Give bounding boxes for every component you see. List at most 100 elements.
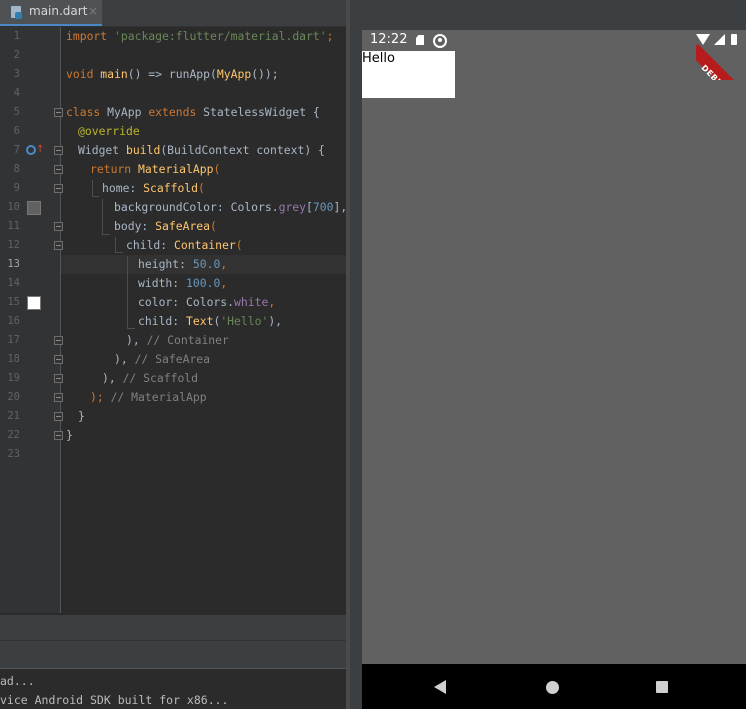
fold-marker[interactable] [54,336,63,345]
line-number: 22 [7,429,20,441]
line-number: 16 [7,315,20,327]
override-icon[interactable] [26,145,36,155]
code-line-9: home: Scaffold( [102,179,205,198]
code-text: child: [138,314,187,328]
fold-marker[interactable] [54,241,63,250]
line-number: 23 [7,448,20,460]
property: grey [278,200,307,214]
class-name: SafeArea [155,219,211,233]
keyword: void [66,67,94,81]
line-number: 19 [7,372,20,384]
punctuation: ( [213,162,221,176]
tab-main-dart[interactable]: main.dart × [0,0,102,26]
status-time: 12:22 [370,32,408,47]
code-line-6: @override [78,122,140,141]
color-swatch-white[interactable] [27,296,41,310]
code-line-8: return MaterialApp( [90,160,220,179]
back-icon[interactable] [434,680,446,694]
code-text: color: Colors. [138,295,235,309]
code-line-20: ); // MaterialApp [90,388,207,407]
keyword: import [66,29,108,43]
code-comment: // MaterialApp [103,390,207,404]
punctuation: , [268,295,276,309]
fold-marker[interactable] [54,412,63,421]
code-text: () => runApp( [127,67,217,81]
keyword: extends [148,105,197,119]
punctuation: , [220,276,228,290]
code-line-22: } [66,426,73,445]
punctuation: ( [210,219,217,233]
widget-guide [92,196,99,197]
code-line-16: child: Text('Hello'), [138,312,282,331]
code-line-7: Widget build(BuildContext context) { [78,141,325,160]
line-number: 11 [7,220,20,232]
widget-guide [102,199,103,234]
code-line-5: class MyApp extends StatelessWidget { [66,103,320,122]
class-name: MyApp [100,105,149,119]
fold-marker[interactable] [54,374,63,383]
punctuation: ( [235,238,243,252]
annotation: @override [78,124,140,138]
code-line-13: height: 50.0, [138,255,227,274]
fold-marker[interactable] [54,165,63,174]
code-text: ), [126,333,147,347]
android-nav-bar [362,664,746,709]
class-name: Scaffold [143,181,199,195]
fold-marker[interactable] [54,355,63,364]
punctuation: ; [326,29,334,43]
close-icon[interactable]: × [88,4,98,18]
code-text: ), [114,352,135,366]
code-line-18: ), // SafeArea [114,350,210,369]
line-number: 3 [13,68,20,80]
code-text: (BuildContext context) { [160,143,325,157]
code-comment: // Container [146,333,229,347]
code-text: child: [126,238,175,252]
dart-file-icon [11,6,22,19]
console-line: ad... [0,674,35,688]
ide-panel: main.dart × 1 2 3 4 5 6 7 8 9 10 11 12 13 14 15 16 17 18 1… [0,0,346,709]
color-swatch-grey[interactable] [27,201,41,215]
sd-card-icon [416,35,424,45]
line-number: 21 [7,410,20,422]
line-number: 5 [13,106,20,118]
recents-icon[interactable] [656,681,668,693]
widget-guide [127,256,128,329]
home-icon[interactable] [546,681,559,694]
number-literal: 50.0 [192,257,221,271]
line-number: 9 [13,182,20,194]
debug-ribbon: DEBUG [696,44,746,80]
class-name: MyApp [216,67,252,81]
app-scaffold: Hello [362,51,746,664]
fold-marker[interactable] [54,108,63,117]
class-name: Text [186,314,214,328]
number-literal: 100.0 [186,276,221,290]
tab-label: main.dart [29,4,88,18]
line-number: 8 [13,163,20,175]
fold-marker[interactable] [54,222,63,231]
line-number: 6 [13,125,20,137]
tool-window-bar [0,640,346,668]
keyword: class [66,105,101,119]
code-line-1: import 'package:flutter/material.dart'; [66,27,333,46]
punctuation: ); [90,390,104,404]
code-text: } [66,428,73,442]
code-line-14: width: 100.0, [138,274,227,293]
code-text: } [78,409,85,423]
fold-marker[interactable] [54,393,63,402]
code-line-21: } [78,407,85,426]
line-number: 20 [7,391,20,403]
fold-marker[interactable] [54,146,63,155]
fold-marker[interactable] [54,431,63,440]
tool-window-bar [0,614,346,640]
line-number: 14 [7,277,20,289]
fold-marker[interactable] [54,184,63,193]
run-console[interactable]: ad... vice Android SDK built for x86... [0,668,346,709]
line-number: 18 [7,353,20,365]
widget-guide [115,237,116,253]
code-comment: // Scaffold [122,371,199,385]
property: white [234,295,269,309]
line-number: 4 [13,87,20,99]
line-number: 10 [7,201,20,213]
code-line-11: body: SafeArea( [114,217,217,236]
code-comment: // SafeArea [134,352,211,366]
